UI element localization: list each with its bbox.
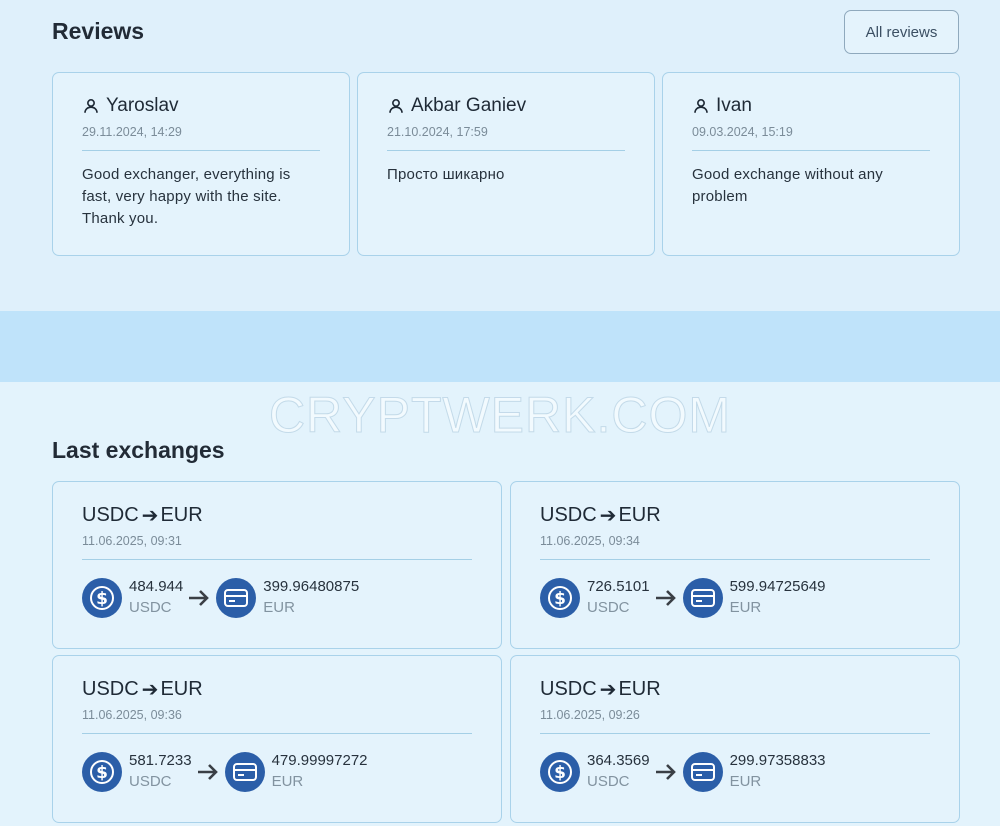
to-amount: 399.96480875 <box>263 578 360 595</box>
usdc-coin-icon: $ <box>82 752 122 792</box>
arrow-right-icon: ➔ <box>599 678 617 701</box>
from-currency: USDC <box>587 599 630 616</box>
exchange-date: 11.06.2025, 09:31 <box>82 534 182 548</box>
review-card: Akbar Ganiev 21.10.2024, 17:59 Просто ши… <box>357 72 655 256</box>
from-currency: USDC <box>587 773 630 790</box>
section-band <box>0 311 1000 382</box>
credit-card-icon <box>224 752 265 792</box>
to-amount: 479.99997272 <box>271 752 368 769</box>
review-date: 29.11.2024, 14:29 <box>82 125 182 139</box>
arrow-right-icon <box>655 764 676 780</box>
divider <box>540 733 930 734</box>
exchange-to: EUR <box>160 503 203 526</box>
divider <box>387 150 625 151</box>
exchange-from: USDC <box>540 677 597 700</box>
exchange-card: USDC ➔ EUR 11.06.2025, 09:36 $ 581.7233 … <box>52 655 502 823</box>
from-amount: 726.5101 <box>587 578 650 595</box>
exchanges-title: Last exchanges <box>52 437 225 463</box>
reviews-title: Reviews <box>52 18 145 44</box>
review-text: Good exchanger, everything is fast, very… <box>82 166 291 227</box>
all-reviews-button[interactable]: All reviews <box>844 10 959 54</box>
arrow-right-icon: ➔ <box>141 678 159 701</box>
review-card: Ivan 09.03.2024, 15:19 Good exchange wit… <box>662 72 960 256</box>
from-currency: USDC <box>129 773 172 790</box>
divider <box>82 559 472 560</box>
to-currency: EUR <box>271 773 304 790</box>
from-currency: USDC <box>129 599 172 616</box>
from-amount: 581.7233 <box>129 752 192 769</box>
arrow-right-icon <box>655 590 676 606</box>
arrow-right-icon <box>189 590 210 606</box>
svg-text:$: $ <box>96 589 108 609</box>
usdc-coin-icon: $ <box>540 752 580 792</box>
review-author: Yaroslav <box>106 95 179 116</box>
to-currency: EUR <box>729 599 762 616</box>
svg-text:$: $ <box>554 589 566 609</box>
arrow-right-icon <box>197 764 218 780</box>
review-author: Ivan <box>716 95 752 116</box>
exchange-date: 11.06.2025, 09:36 <box>82 708 182 722</box>
to-currency: EUR <box>263 599 295 616</box>
to-amount: 599.94725649 <box>729 578 826 595</box>
exchange-card: USDC ➔ EUR 11.06.2025, 09:31 $ 484.944 U… <box>52 481 502 649</box>
from-amount: 364.3569 <box>587 752 650 769</box>
user-icon <box>694 99 708 113</box>
credit-card-icon <box>682 752 723 792</box>
user-icon <box>84 99 98 113</box>
review-card: Yaroslav 29.11.2024, 14:29 Good exchange… <box>52 72 350 256</box>
review-text: Good exchange without any problem <box>692 166 883 205</box>
divider <box>82 733 472 734</box>
svg-text:$: $ <box>554 763 566 783</box>
review-author: Akbar Ganiev <box>411 95 527 116</box>
credit-card-icon <box>682 578 723 618</box>
exchange-to: EUR <box>618 503 661 526</box>
divider <box>692 150 930 151</box>
exchange-to: EUR <box>618 677 661 700</box>
user-icon <box>389 99 403 113</box>
exchange-card: USDC ➔ EUR 11.06.2025, 09:34 $ 726.5101 … <box>510 481 960 649</box>
review-date: 21.10.2024, 17:59 <box>387 125 488 139</box>
exchange-from: USDC <box>540 503 597 526</box>
to-currency: EUR <box>729 773 762 790</box>
divider <box>540 559 930 560</box>
watermark: CRYPTWERK.COM <box>268 387 732 444</box>
arrow-right-icon: ➔ <box>599 504 617 527</box>
review-date: 09.03.2024, 15:19 <box>692 125 793 139</box>
exchange-date: 11.06.2025, 09:26 <box>540 708 640 722</box>
exchange-date: 11.06.2025, 09:34 <box>540 534 640 548</box>
exchange-from: USDC <box>82 503 139 526</box>
from-amount: 484.944 <box>129 578 184 595</box>
credit-card-icon <box>216 578 257 618</box>
exchange-to: EUR <box>160 677 203 700</box>
usdc-coin-icon: $ <box>540 578 580 618</box>
svg-text:$: $ <box>96 763 108 783</box>
divider <box>82 150 320 151</box>
arrow-right-icon: ➔ <box>141 504 159 527</box>
to-amount: 299.97358833 <box>729 752 826 769</box>
exchange-card: USDC ➔ EUR 11.06.2025, 09:26 $ 364.3569 … <box>510 655 960 823</box>
exchange-from: USDC <box>82 677 139 700</box>
usdc-coin-icon: $ <box>82 578 122 618</box>
review-text: Просто шикарно <box>387 166 505 183</box>
